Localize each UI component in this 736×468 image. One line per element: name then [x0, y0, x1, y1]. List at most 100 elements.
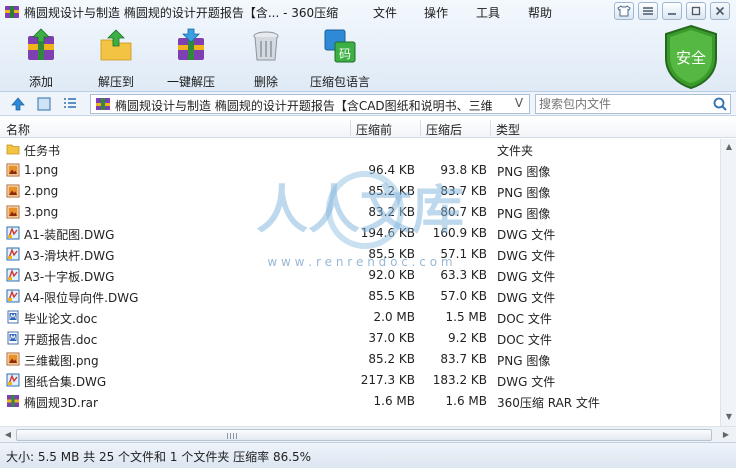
file-type: PNG 图像: [497, 207, 551, 221]
file-row[interactable]: A1-装配图.DWG 194.6 KB 160.9 KB DWG 文件: [0, 223, 720, 244]
file-type: DWG 文件: [497, 249, 556, 263]
dwg-file-icon: [6, 247, 20, 261]
window-controls: [614, 2, 730, 20]
title-bar: 椭圆规设计与制造 椭圆规的设计开题报告【含... - 360压缩 文件 操作 工…: [0, 0, 736, 24]
scroll-down-icon[interactable]: ▼: [723, 411, 735, 423]
scroll-left-icon[interactable]: ◀: [2, 429, 14, 441]
doc-file-icon: [6, 310, 20, 324]
encoding-button[interactable]: 码 压缩包语言: [308, 28, 372, 89]
file-packed-size: 57.1 KB: [440, 247, 487, 261]
extract-to-button[interactable]: 解压到: [84, 28, 148, 89]
list-header: 名称 压缩前 压缩后 类型: [0, 118, 736, 138]
security-shield-button[interactable]: 安全: [662, 24, 720, 90]
archive-icon: [96, 98, 110, 110]
file-row[interactable]: 椭圆规3D.rar 1.6 MB 1.6 MB 360压缩 RAR 文件: [0, 391, 720, 412]
file-row[interactable]: A3-十字板.DWG 92.0 KB 63.3 KB DWG 文件: [0, 265, 720, 286]
delete-label: 删除: [253, 75, 278, 89]
file-row[interactable]: 3.png 83.2 KB 80.7 KB PNG 图像: [0, 202, 720, 223]
delete-button[interactable]: 删除: [234, 28, 298, 89]
file-packed-size: 57.0 KB: [440, 289, 487, 303]
file-row[interactable]: 毕业论文.doc 2.0 MB 1.5 MB DOC 文件: [0, 307, 720, 328]
close-button[interactable]: [710, 2, 730, 20]
path-dropdown-icon[interactable]: V: [511, 96, 527, 112]
extract-folder-icon: [100, 29, 132, 61]
menu-operation[interactable]: 操作: [424, 4, 448, 21]
maximize-button[interactable]: [686, 2, 706, 20]
menu-file[interactable]: 文件: [373, 4, 397, 21]
file-size: 85.5 KB: [368, 247, 415, 261]
status-bar: 大小: 5.5 MB 共 25 个文件和 1 个文件夹 压缩率 86.5%: [0, 442, 736, 468]
file-size: 1.6 MB: [373, 394, 415, 408]
file-type: DWG 文件: [497, 375, 556, 389]
file-row[interactable]: 1.png 96.4 KB 93.8 KB PNG 图像: [0, 160, 720, 181]
search-icon[interactable]: [712, 96, 728, 112]
view-list-icon[interactable]: [62, 96, 78, 112]
file-name: 3.png: [24, 205, 59, 219]
file-size: 37.0 KB: [368, 331, 415, 345]
file-name: 1.png: [24, 163, 59, 177]
up-arrow-icon[interactable]: [10, 96, 26, 112]
window-title: 椭圆规设计与制造 椭圆规的设计开题报告【含... - 360压缩: [24, 6, 339, 20]
column-divider[interactable]: [350, 120, 351, 136]
file-packed-size: 63.3 KB: [440, 268, 487, 282]
archive-path-field[interactable]: 椭圆规设计与制造 椭圆规的设计开题报告【含CAD图纸和说明书、三维 V: [90, 94, 530, 114]
image-file-icon: [6, 205, 20, 219]
column-divider[interactable]: [420, 120, 421, 136]
file-row[interactable]: 开题报告.doc 37.0 KB 9.2 KB DOC 文件: [0, 328, 720, 349]
file-packed-size: 160.9 KB: [432, 226, 487, 240]
rar-file-icon: [6, 394, 20, 408]
hamburger-icon: [643, 7, 653, 15]
column-size[interactable]: 压缩前: [356, 121, 392, 138]
one-click-extract-button[interactable]: 一键解压: [159, 28, 223, 89]
view-large-icon[interactable]: [36, 96, 52, 112]
file-row[interactable]: 任务书 文件夹: [0, 139, 720, 160]
file-name: A4-限位导向件.DWG: [24, 291, 139, 305]
maximize-icon: [691, 6, 701, 16]
file-row[interactable]: 2.png 85.2 KB 83.7 KB PNG 图像: [0, 181, 720, 202]
file-size: 92.0 KB: [368, 268, 415, 282]
app-logo-icon: [5, 6, 19, 18]
column-divider[interactable]: [490, 120, 491, 136]
menu-dropdown-button[interactable]: [638, 2, 658, 20]
one-click-extract-label: 一键解压: [166, 75, 215, 89]
file-row[interactable]: A3-滑块杆.DWG 85.5 KB 57.1 KB DWG 文件: [0, 244, 720, 265]
file-packed-size: 9.2 KB: [448, 331, 487, 345]
column-type[interactable]: 类型: [496, 121, 520, 138]
vertical-scrollbar[interactable]: ▲ ▼: [720, 139, 736, 427]
doc-file-icon: [6, 331, 20, 345]
file-type: PNG 图像: [497, 165, 551, 179]
security-label: 安全: [676, 49, 706, 67]
column-packed[interactable]: 压缩后: [426, 121, 462, 138]
dwg-file-icon: [6, 289, 20, 303]
file-row[interactable]: 图纸合集.DWG 217.3 KB 183.2 KB DWG 文件: [0, 370, 720, 391]
file-type: 360压缩 RAR 文件: [497, 396, 600, 410]
file-name: 椭圆规3D.rar: [24, 396, 98, 410]
file-type: DWG 文件: [497, 228, 556, 242]
status-text: 大小: 5.5 MB 共 25 个文件和 1 个文件夹 压缩率 86.5%: [6, 450, 312, 464]
skin-button[interactable]: [614, 2, 634, 20]
file-type: DWG 文件: [497, 270, 556, 284]
file-type: DWG 文件: [497, 291, 556, 305]
menu-help[interactable]: 帮助: [528, 4, 552, 21]
scroll-right-icon[interactable]: ▶: [720, 429, 732, 441]
horizontal-scroll-thumb[interactable]: [16, 429, 712, 441]
file-row[interactable]: 三维截图.png 85.2 KB 83.7 KB PNG 图像: [0, 349, 720, 370]
search-input[interactable]: [539, 96, 709, 112]
dwg-file-icon: [6, 226, 20, 240]
column-name[interactable]: 名称: [6, 121, 30, 138]
file-row[interactable]: A4-限位导向件.DWG 85.5 KB 57.0 KB DWG 文件: [0, 286, 720, 307]
file-size: 96.4 KB: [368, 163, 415, 177]
minimize-button[interactable]: [662, 2, 682, 20]
horizontal-scrollbar[interactable]: ◀ ▶: [0, 426, 736, 442]
file-type: 文件夹: [497, 144, 534, 158]
file-type: DOC 文件: [497, 312, 552, 326]
add-archive-icon: [28, 28, 54, 60]
close-icon: [715, 6, 725, 16]
file-name: 开题报告.doc: [24, 333, 98, 347]
file-size: 2.0 MB: [373, 310, 415, 324]
file-type: PNG 图像: [497, 354, 551, 368]
scroll-up-icon[interactable]: ▲: [723, 141, 735, 153]
menu-tools[interactable]: 工具: [476, 4, 500, 21]
add-button[interactable]: 添加: [9, 28, 73, 89]
file-list: 任务书 文件夹 1.png 96.4 KB 93.8 KB PNG 图像 2.png 85.2…: [0, 139, 720, 427]
